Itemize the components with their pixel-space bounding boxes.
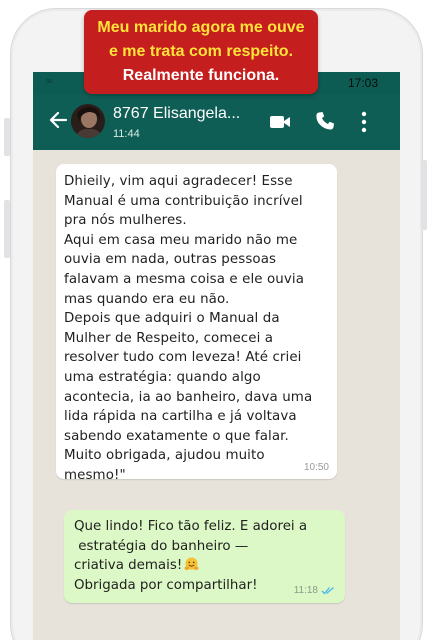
avatar[interactable] (71, 104, 105, 138)
outgoing-message-bubble[interactable]: Que lindo! Fico tão feliz. E adorei a es… (64, 510, 345, 603)
avatar-photo (71, 104, 105, 138)
phone-call-icon[interactable] (315, 111, 335, 131)
back-arrow-icon[interactable] (47, 108, 69, 132)
double-check-icon (321, 587, 334, 595)
more-options-icon[interactable] (361, 111, 367, 133)
phone-side-button (4, 118, 10, 156)
phone-screen: ∞ 17:03 8767 Elisangela... 11:44 Dhieily… (33, 72, 400, 640)
phone-side-button (4, 200, 10, 258)
banner-line-3: Realmente funciona. (122, 67, 280, 84)
banner-line-2: e me trata com respeito. (108, 43, 294, 60)
outgoing-message-text: Que lindo! Fico tão feliz. E adorei a es… (74, 517, 342, 595)
chat-header: 8767 Elisangela... 11:44 (33, 94, 400, 150)
status-time: 17:03 (347, 76, 378, 90)
incoming-message-text: Dhieily, vim aqui agradecer! Esse Manual… (64, 174, 313, 483)
hugging-face-emoji (184, 557, 199, 571)
phone-side-button (421, 160, 427, 230)
message-meta: 11:18 (294, 585, 335, 596)
message-timestamp: 10:50 (303, 462, 329, 473)
testimonial-banner: Meu marido agora me ouve e me trata com … (84, 10, 318, 94)
video-call-icon[interactable] (269, 114, 291, 130)
outgoing-message-text-part2: Obrigada por compartilhar! (74, 577, 258, 593)
contact-status: 11:44 (113, 128, 140, 140)
message-timestamp: 11:18 (293, 585, 318, 596)
infinity-icon: ∞ (45, 76, 54, 87)
contact-name[interactable]: 8767 Elisangela... (113, 105, 240, 123)
banner-line-1: Meu marido agora me ouve (97, 19, 305, 36)
screenshot-stage: ∞ 17:03 8767 Elisangela... 11:44 Dhieily… (0, 0, 433, 640)
incoming-message-bubble[interactable]: Dhieily, vim aqui agradecer! Esse Manual… (56, 164, 337, 483)
